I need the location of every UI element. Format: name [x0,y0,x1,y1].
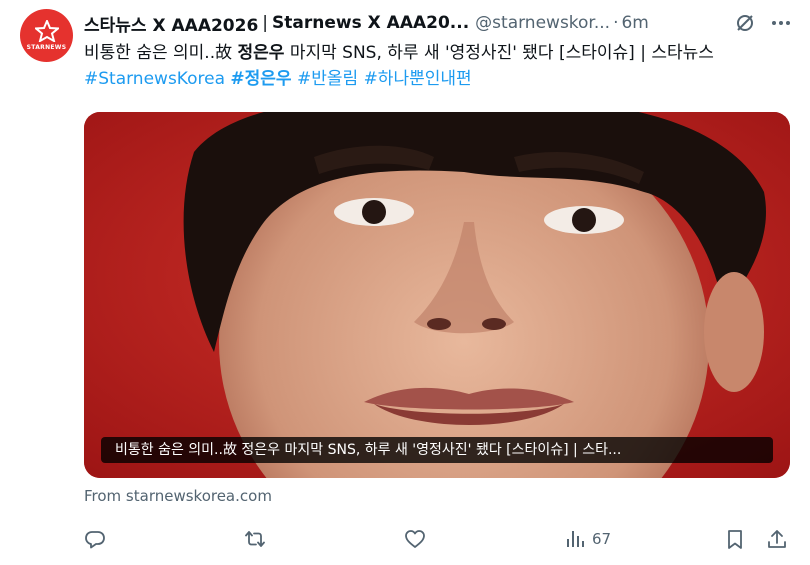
timestamp[interactable]: 6m [621,13,648,33]
card-photo [84,112,790,478]
display-name-continued[interactable]: Starnews X AAA20... [272,13,469,33]
retweet-button[interactable] [244,525,266,553]
name-separator: | [262,13,269,33]
tweet-text-bold: 정은우 [237,43,285,63]
like-icon [405,530,425,548]
display-name[interactable]: 스타뉴스 X AAA2026 [84,11,258,36]
tweet-text-part1: 비통한 숨은 의미..故 [84,43,238,63]
bookmark-button[interactable] [724,525,746,553]
tweet-header: 스타뉴스 X AAA2026 | Starnews X AAA20... @st… [84,10,804,36]
user-handle[interactable]: @starnewskor... [475,13,610,33]
dot-separator: · [613,13,619,33]
share-button[interactable] [766,525,788,553]
bookmark-icon [728,530,742,549]
card-source[interactable]: From starnewskorea.com [84,487,272,505]
star-logo-icon [34,20,59,42]
action-bar: 67 [84,525,794,553]
link-card[interactable]: 비통한 숨은 의미..故 정은우 마지막 SNS, 하루 새 '영정사진' 됐다… [84,112,790,478]
grok-icon[interactable] [734,12,756,34]
retweet-icon [245,531,265,547]
tweet-text: 비통한 숨은 의미..故 정은우 마지막 SNS, 하루 새 '영정사진' 됐다… [84,40,789,92]
views-icon [567,531,584,547]
hashtag-hananaeppun[interactable]: #하나뿐인내편 [364,69,472,89]
reply-icon [85,531,105,549]
views-button[interactable]: 67 [564,525,611,553]
tweet-text-part2: 마지막 SNS, 하루 새 '영정사진' 됐다 [스타이슈] | 스타뉴스 [284,43,714,63]
avatar-brand-text: STARNEWS [26,44,67,51]
views-count: 67 [592,530,612,548]
share-icon [768,530,786,548]
more-options-icon[interactable] [768,10,794,36]
avatar[interactable]: STARNEWS [20,9,73,62]
card-caption: 비통한 숨은 의미..故 정은우 마지막 SNS, 하루 새 '영정사진' 됐다… [101,437,773,463]
reply-button[interactable] [84,525,106,553]
hashtag-banollim[interactable]: #반올림 [297,69,358,89]
like-button[interactable] [404,525,426,553]
hashtag-jungeunwoo[interactable]: #정은우 [230,69,291,89]
hashtag-starnewskorea[interactable]: #StarnewsKorea [84,69,225,89]
